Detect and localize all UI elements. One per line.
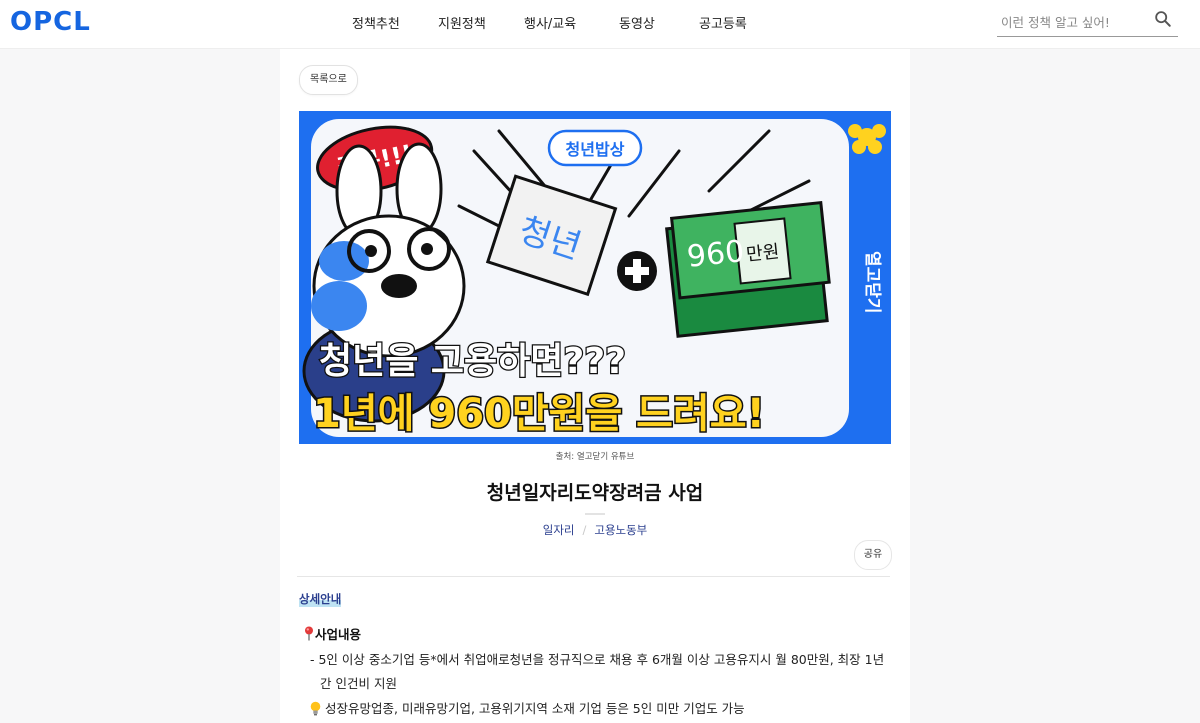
nav-item-policy-recommend[interactable]: 정책추천 xyxy=(352,13,400,32)
money-stack-icon: 960 만원 xyxy=(665,200,831,338)
nav-item-post-notice[interactable]: 공고등록 xyxy=(699,13,747,32)
business-content-label: 사업내용 xyxy=(315,627,362,642)
lightbulb-icon xyxy=(310,701,321,716)
policy-detail-card: 목록으로 열고닫기 청년밥상 청년 960 만원 청년을 고용하면??? 1년에… xyxy=(280,49,910,723)
policy-banner-image: 열고닫기 주목!!! 청년밥상 xyxy=(299,111,891,444)
opcl-logo[interactable]: OPCL xyxy=(10,7,91,37)
search-input[interactable] xyxy=(999,10,1153,34)
image-credit: 출처: 열고닫기 유튜브 xyxy=(555,452,635,462)
search-bar xyxy=(997,6,1178,37)
body-text-line-3: 성장유망업종, 미래유망기업, 고용위기지역 소재 기업 등은 5인 미만 기업… xyxy=(310,698,745,717)
content-divider xyxy=(297,576,890,577)
plus-icon xyxy=(617,251,657,291)
body-text-line-3-label: 성장유망업종, 미래유망기업, 고용위기지역 소재 기업 등은 5인 미만 기업… xyxy=(325,701,745,716)
policy-tags: 일자리 / 고용노동부 xyxy=(280,522,910,538)
nav-item-events-education[interactable]: 행사/교육 xyxy=(524,13,576,32)
nav-item-videos[interactable]: 동영상 xyxy=(619,13,655,32)
side-brand-text: 열고닫기 xyxy=(862,251,882,314)
section-title-details: 상세안내 xyxy=(299,591,342,607)
nav-item-support-policy[interactable]: 지원정책 xyxy=(438,13,486,32)
brand-top-text: 청년밥상 xyxy=(566,140,625,159)
banner-headline-1: 청년을 고용하면??? xyxy=(319,341,626,382)
title-divider xyxy=(585,513,605,515)
search-icon[interactable] xyxy=(1154,10,1172,28)
tag-separator: / xyxy=(582,523,587,537)
top-header: OPCL 정책추천 지원정책 행사/교육 동영상 공고등록 xyxy=(0,0,1200,49)
pin-icon xyxy=(305,626,313,641)
back-to-list-button[interactable]: 목록으로 xyxy=(299,65,358,95)
money-unit-text: 만원 xyxy=(745,241,780,265)
share-button[interactable]: 공유 xyxy=(854,540,892,570)
business-content-heading: 사업내용 xyxy=(304,624,361,643)
money-amount-text: 960 xyxy=(685,234,746,275)
tag-category[interactable]: 일자리 xyxy=(543,523,575,537)
tag-ministry[interactable]: 고용노동부 xyxy=(594,523,647,537)
page-title: 청년일자리도약장려금 사업 xyxy=(486,482,704,504)
banner-headline-2: 1년에 960만원을 드려요! xyxy=(313,391,765,437)
body-text-line-2: 간 인건비 지원 xyxy=(320,676,397,691)
body-text-line-1: - 5인 이상 중소기업 등*에서 취업애로청년을 정규직으로 채용 후 6개월… xyxy=(310,652,885,667)
